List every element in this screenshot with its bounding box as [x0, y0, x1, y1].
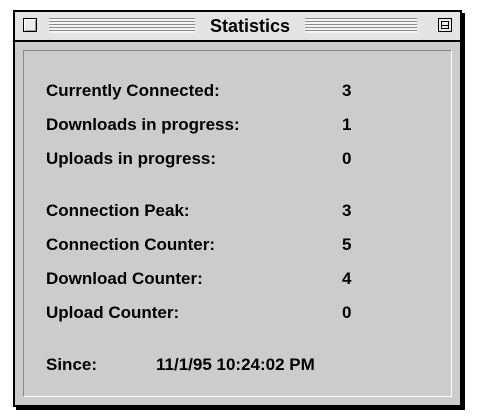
window-title: Statistics	[195, 15, 305, 37]
stat-label: Downloads in progress:	[46, 115, 240, 134]
stat-label: Currently Connected:	[46, 81, 220, 100]
stat-label: Connection Peak:	[46, 201, 190, 220]
stat-row-connection-peak: Connection Peak: 3	[46, 199, 451, 223]
stat-label: Uploads in progress:	[46, 149, 217, 168]
stat-value: 5	[342, 235, 352, 254]
since-timestamp: 11/1/95 10:24:02 PM	[156, 355, 315, 374]
statistics-window: Statistics Currently Connected: 3 Downlo…	[13, 10, 462, 407]
stat-row-download-counter: Download Counter: 4	[46, 267, 451, 291]
stat-row-connection-counter: Connection Counter: 5	[46, 233, 451, 257]
stat-row-downloads-in-progress: Downloads in progress: 1	[46, 113, 451, 137]
stat-value: 0	[342, 149, 352, 168]
close-box-icon[interactable]	[23, 18, 37, 32]
stat-label: Download Counter:	[46, 269, 203, 288]
stat-row-upload-counter: Upload Counter: 0	[46, 301, 451, 325]
stat-value: 4	[342, 269, 352, 288]
statistics-panel: Currently Connected: 3 Downloads in prog…	[23, 50, 452, 397]
since-row: Since: 11/1/95 10:24:02 PM	[46, 353, 451, 377]
stat-value: 0	[342, 303, 352, 322]
title-bar[interactable]: Statistics	[15, 12, 460, 42]
stat-label: Connection Counter:	[46, 235, 216, 254]
stat-label: Upload Counter:	[46, 303, 180, 322]
stat-value: 1	[342, 115, 352, 134]
zoom-box-icon[interactable]	[438, 18, 452, 32]
stat-value: 3	[342, 81, 352, 100]
title-bar-stripes-left	[49, 18, 195, 33]
stat-row-uploads-in-progress: Uploads in progress: 0	[46, 147, 451, 171]
stat-value: 3	[342, 201, 352, 220]
title-bar-stripes-right	[305, 18, 417, 33]
stat-row-currently-connected: Currently Connected: 3	[46, 79, 451, 103]
since-label: Since:	[46, 355, 98, 374]
